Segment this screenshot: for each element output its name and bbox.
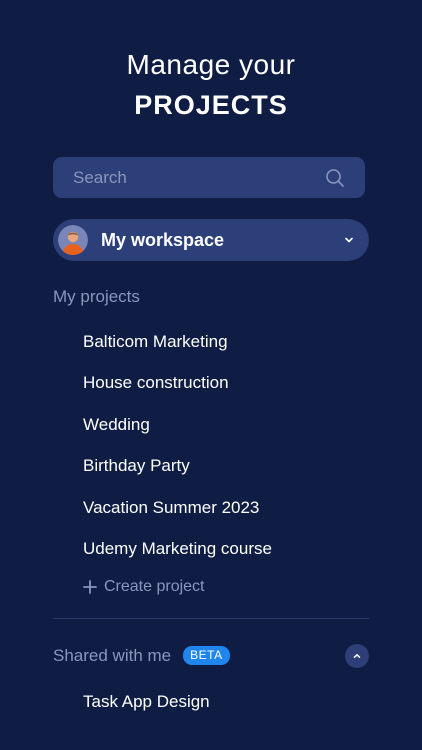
search-input[interactable]: [73, 167, 303, 188]
page-header: Manage your PROJECTS: [0, 48, 422, 122]
project-item-wedding[interactable]: Wedding: [83, 412, 369, 453]
create-project-button[interactable]: Create project: [83, 578, 205, 596]
workspace-selector[interactable]: My workspace: [53, 219, 369, 261]
page-title-line2: PROJECTS: [134, 90, 288, 120]
chevron-down-icon[interactable]: [343, 234, 355, 246]
project-item-udemy-marketing-course[interactable]: Udemy Marketing course: [83, 536, 369, 577]
search-icon[interactable]: [325, 168, 345, 188]
chevron-up-icon: [353, 653, 361, 658]
page-title-line1: Manage your: [126, 49, 296, 80]
plus-icon: [83, 580, 97, 594]
shared-project-item-task-app-design[interactable]: Task App Design: [83, 689, 210, 715]
shared-project-list: Task App Design: [83, 689, 210, 715]
create-project-label: Create project: [104, 578, 205, 595]
project-item-birthday-party[interactable]: Birthday Party: [83, 453, 369, 494]
beta-badge: BETA: [183, 646, 230, 665]
avatar: [58, 225, 88, 255]
project-list: Balticom Marketing House construction We…: [83, 329, 369, 577]
my-projects-heading: My projects: [53, 287, 140, 306]
shared-with-me-heading: Shared with me: [53, 645, 172, 665]
project-item-house-construction[interactable]: House construction: [83, 370, 369, 411]
project-item-vacation-summer-2023[interactable]: Vacation Summer 2023: [83, 495, 369, 536]
workspace-name: My workspace: [101, 229, 225, 250]
section-divider: [53, 618, 369, 619]
shared-with-me-header[interactable]: Shared with me BETA: [53, 643, 369, 668]
collapse-shared-button[interactable]: [345, 643, 369, 668]
search-box[interactable]: [53, 157, 365, 198]
project-item-balticom-marketing[interactable]: Balticom Marketing: [83, 329, 369, 370]
